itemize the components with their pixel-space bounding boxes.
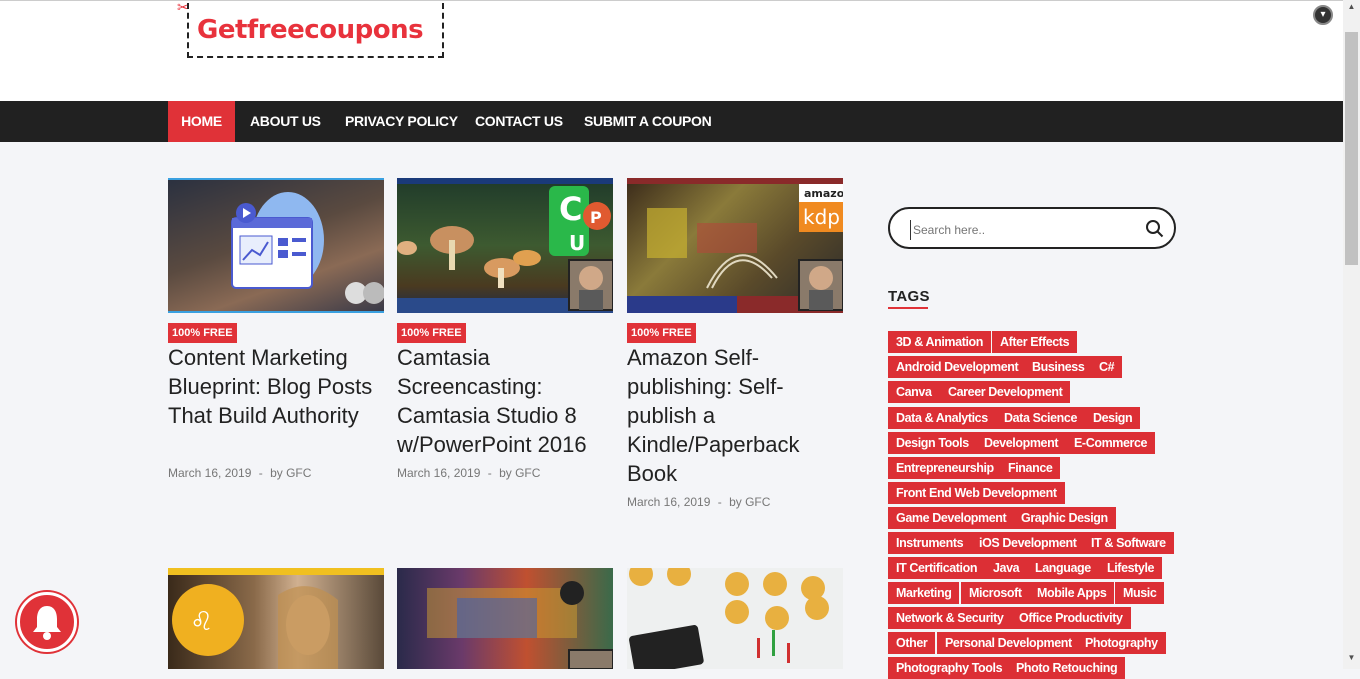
tag-finance[interactable]: Finance bbox=[1000, 457, 1061, 479]
notification-bell-button[interactable] bbox=[17, 592, 77, 652]
tag-graphic-design[interactable]: Graphic Design bbox=[1013, 507, 1116, 529]
svg-text:U: U bbox=[569, 231, 585, 255]
post-meta: March 16, 2019 - by GFC bbox=[397, 466, 540, 480]
tag-csharp[interactable]: C# bbox=[1091, 356, 1123, 378]
post-thumbnail[interactable]: ♌ bbox=[168, 568, 384, 669]
marketing-illustration bbox=[231, 192, 384, 304]
tag-ios-development[interactable]: iOS Development bbox=[971, 532, 1085, 554]
free-badge: 100% FREE bbox=[627, 323, 696, 343]
bell-icon bbox=[33, 606, 61, 640]
nav-home[interactable]: HOME bbox=[168, 101, 235, 142]
scrollbar-thumb[interactable] bbox=[1345, 32, 1358, 265]
tag-marketing[interactable]: Marketing bbox=[888, 582, 960, 604]
search-icon[interactable] bbox=[1146, 220, 1164, 243]
tag-entrepreneurship[interactable]: Entrepreneurship bbox=[888, 457, 1002, 479]
tag-data-analytics[interactable]: Data & Analytics bbox=[888, 407, 996, 429]
post-author[interactable]: by GFC bbox=[499, 466, 540, 480]
meta-separator: - bbox=[717, 495, 722, 509]
post-thumbnail[interactable]: amazon kdp bbox=[627, 178, 843, 313]
meta-separator: - bbox=[258, 466, 263, 480]
meta-separator: - bbox=[487, 466, 492, 480]
tag-data-science[interactable]: Data Science bbox=[996, 407, 1086, 429]
nav-about-us[interactable]: ABOUT US bbox=[250, 101, 321, 142]
tag-android-development[interactable]: Android Development bbox=[888, 356, 1027, 378]
post-meta: March 16, 2019 - by GFC bbox=[168, 466, 311, 480]
tag-language[interactable]: Language bbox=[1027, 557, 1099, 579]
tag-office-productivity[interactable]: Office Productivity bbox=[1011, 607, 1131, 629]
tag-java[interactable]: Java bbox=[985, 557, 1028, 579]
search-box bbox=[888, 207, 1176, 249]
tag-after-effects[interactable]: After Effects bbox=[992, 331, 1078, 353]
tag-music[interactable]: Music bbox=[1115, 582, 1165, 604]
tag-development[interactable]: Development bbox=[976, 432, 1067, 454]
search-input[interactable] bbox=[910, 220, 1135, 240]
tag-lifestyle[interactable]: Lifestyle bbox=[1099, 557, 1163, 579]
post-author[interactable]: by GFC bbox=[270, 466, 311, 480]
amazon-logo-text: amazon bbox=[804, 187, 843, 200]
tag-photography-tools[interactable]: Photography Tools bbox=[888, 657, 1011, 679]
logo-text: Getfreecoupons bbox=[197, 15, 424, 45]
camtasia-illustration: C U P bbox=[397, 178, 613, 313]
post-thumbnail[interactable] bbox=[168, 178, 384, 313]
tag-mobile-apps[interactable]: Mobile Apps bbox=[1029, 582, 1115, 604]
tags-heading-underline bbox=[888, 307, 928, 309]
free-badge: 100% FREE bbox=[397, 323, 466, 343]
post-thumbnail[interactable] bbox=[397, 568, 613, 669]
post-card: 100% FREE Content Marketing Blueprint: B… bbox=[168, 178, 384, 498]
graffiti-illustration bbox=[427, 581, 613, 669]
nav-privacy-policy[interactable]: PRIVACY POLICY bbox=[345, 101, 458, 142]
tag-it-software[interactable]: IT & Software bbox=[1083, 532, 1174, 554]
nav-submit-coupon[interactable]: SUBMIT A COUPON bbox=[584, 101, 712, 142]
post-thumbnail[interactable] bbox=[627, 568, 843, 669]
tag-design[interactable]: Design bbox=[1085, 407, 1141, 429]
scroll-up-arrow-icon[interactable]: ▲ bbox=[1343, 2, 1360, 18]
kdp-logo-text: kdp bbox=[803, 205, 840, 229]
tag-game-development[interactable]: Game Development bbox=[888, 507, 1015, 529]
post-date: March 16, 2019 bbox=[627, 495, 711, 509]
scroll-down-arrow-icon[interactable]: ▼ bbox=[1343, 653, 1360, 669]
tag-photo-retouching[interactable]: Photo Retouching bbox=[1008, 657, 1126, 679]
tag-career-development[interactable]: Career Development bbox=[940, 381, 1071, 403]
tag-canva[interactable]: Canva bbox=[888, 381, 940, 403]
tag-microsoft[interactable]: Microsoft bbox=[961, 582, 1030, 604]
tag-design-tools[interactable]: Design Tools bbox=[888, 432, 977, 454]
tag-other[interactable]: Other bbox=[888, 632, 936, 654]
tag-it-certification[interactable]: IT Certification bbox=[888, 557, 986, 579]
tag-photography[interactable]: Photography bbox=[1077, 632, 1166, 654]
post-date: March 16, 2019 bbox=[397, 466, 481, 480]
tag-front-end-web-development[interactable]: Front End Web Development bbox=[888, 482, 1065, 504]
site-logo[interactable]: Getfreecoupons bbox=[187, 3, 444, 58]
main-navigation: HOME ABOUT US PRIVACY POLICY CONTACT US … bbox=[0, 101, 1343, 142]
amazon-kdp-illustration: amazon kdp bbox=[627, 178, 843, 313]
tag-e-commerce[interactable]: E-Commerce bbox=[1066, 432, 1156, 454]
tag-personal-development[interactable]: Personal Development bbox=[937, 632, 1080, 654]
tag-network-security[interactable]: Network & Security bbox=[888, 607, 1012, 629]
post-title[interactable]: Content Marketing Blueprint: Blog Posts … bbox=[168, 343, 384, 430]
nav-contact-us[interactable]: CONTACT US bbox=[475, 101, 563, 142]
post-author[interactable]: by GFC bbox=[729, 495, 770, 509]
photo-illustration: ♌ bbox=[172, 584, 338, 669]
free-badge: 100% FREE bbox=[168, 323, 237, 343]
site-header: ✂ Getfreecoupons ▾ bbox=[0, 0, 1343, 102]
finance-illustration bbox=[629, 568, 829, 669]
tag-business[interactable]: Business bbox=[1024, 356, 1093, 378]
post-card: amazon kdp 100% FREE Amazon Self-publish… bbox=[627, 178, 843, 518]
post-title[interactable]: Camtasia Screencasting: Camtasia Studio … bbox=[397, 343, 613, 459]
tag-3d-animation[interactable]: 3D & Animation bbox=[888, 331, 991, 353]
post-title[interactable]: Amazon Self-publishing: Self-publish a K… bbox=[627, 343, 843, 488]
svg-text:♌: ♌ bbox=[190, 607, 213, 637]
post-date: March 16, 2019 bbox=[168, 466, 252, 480]
chevron-down-icon[interactable]: ▾ bbox=[1313, 5, 1333, 25]
post-thumbnail[interactable]: C U P bbox=[397, 178, 613, 313]
post-meta: March 16, 2019 - by GFC bbox=[627, 495, 770, 509]
tags-heading: TAGS bbox=[888, 288, 930, 305]
tag-instruments[interactable]: Instruments bbox=[888, 532, 972, 554]
post-card: C U P 100% FREE Camtasia Screencasting: … bbox=[397, 178, 613, 498]
svg-text:P: P bbox=[590, 208, 602, 227]
svg-text:C: C bbox=[559, 190, 582, 228]
